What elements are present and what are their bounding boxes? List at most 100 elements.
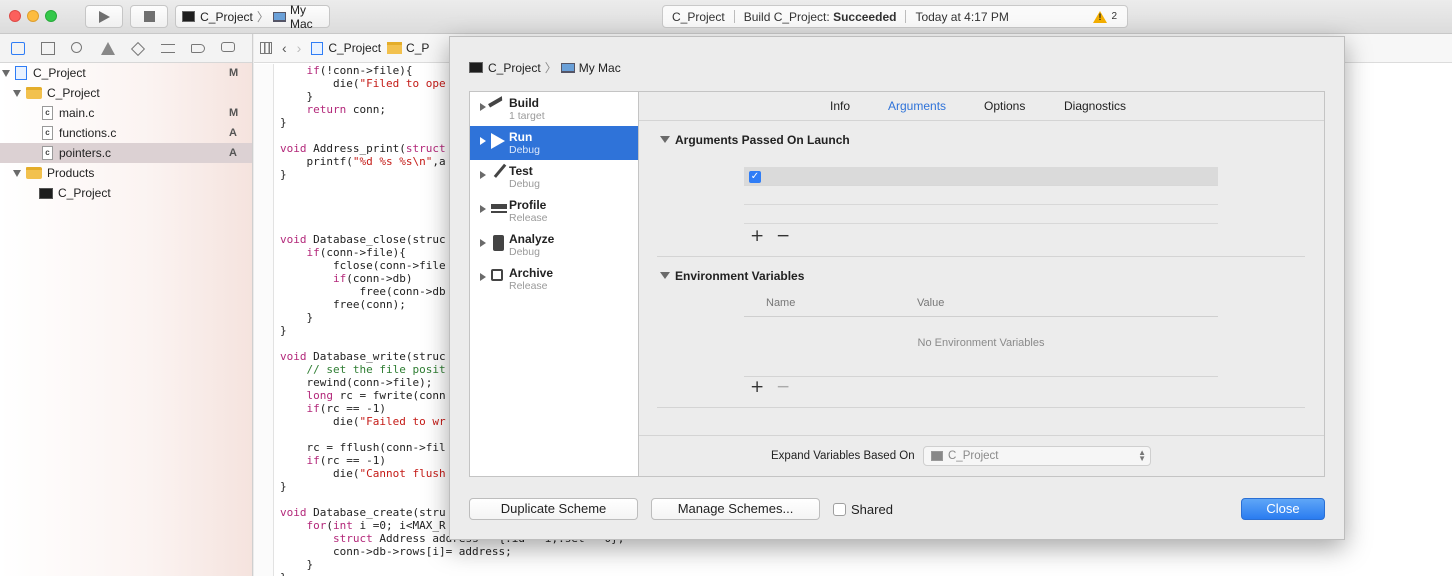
breakpoint-navigator-icon[interactable] <box>191 44 205 53</box>
window-toolbar: C_Project 〉 My Mac C_Project Build C_Pro… <box>0 0 1452 34</box>
stop-button[interactable] <box>130 5 168 28</box>
add-env-button[interactable]: + <box>750 377 764 397</box>
activity-project: C_Project <box>672 9 725 24</box>
action-subtitle: Debug <box>509 144 540 156</box>
issue-navigator-icon[interactable] <box>101 42 115 55</box>
executable-icon <box>39 187 53 199</box>
c-file-icon: c <box>42 146 53 160</box>
disclosure-right-icon[interactable] <box>480 137 486 145</box>
disclosure-right-icon[interactable] <box>480 205 486 213</box>
manage-schemes-button[interactable]: Manage Schemes... <box>651 498 820 520</box>
action-run[interactable]: Run Debug <box>470 126 638 160</box>
disclosure-right-icon[interactable] <box>480 103 486 111</box>
test-navigator-icon[interactable] <box>130 41 146 57</box>
disclosure-right-icon[interactable] <box>480 239 486 247</box>
play-icon <box>99 11 110 23</box>
disclosure-open-icon[interactable] <box>660 272 670 279</box>
expand-variables-popup[interactable]: C_Project ▲ ▼ <box>923 446 1151 466</box>
add-argument-button[interactable]: + <box>750 226 764 246</box>
tree-item-group[interactable]: Products <box>0 163 252 183</box>
scheme-target-icon <box>931 451 943 461</box>
action-name: Run <box>509 130 533 144</box>
scheme-editor-sheet: C_Project 〉 My Mac Build 1 target Run De… <box>449 36 1345 540</box>
remove-argument-button[interactable]: − <box>776 226 790 246</box>
scheme-name: C_Project <box>200 9 253 24</box>
tree-item-product[interactable]: C_Project <box>0 183 252 203</box>
scm-status: M <box>229 67 239 79</box>
mac-icon <box>272 11 286 22</box>
forward-arrow-icon[interactable]: › <box>297 40 302 56</box>
jump-bar-project[interactable]: C_Project <box>328 41 381 55</box>
back-arrow-icon[interactable]: ‹ <box>282 40 287 56</box>
tree-item-file[interactable]: c functions.c A <box>0 123 252 143</box>
action-analyze[interactable]: Analyze Debug <box>470 228 638 262</box>
source-control-icon[interactable] <box>41 42 55 55</box>
code-line[interactable]: conn->db->rows[i]= address; <box>280 545 624 558</box>
disclosure-open-icon[interactable] <box>13 89 21 97</box>
action-name: Archive <box>509 266 554 280</box>
disclosure-open-icon[interactable] <box>2 69 10 77</box>
code-line[interactable]: } <box>280 558 624 571</box>
action-test[interactable]: Test Debug <box>470 160 638 194</box>
tree-item-label: C_Project <box>58 186 111 200</box>
scm-status: A <box>229 127 237 139</box>
chevron-right-icon: 〉 <box>544 61 557 75</box>
warning-count: 2 <box>1111 11 1117 22</box>
mac-icon <box>560 62 575 73</box>
related-items-icon[interactable] <box>260 42 272 54</box>
tree-item-project[interactable]: C_Project M <box>0 63 252 83</box>
tree-item-group[interactable]: C_Project <box>0 83 252 103</box>
tree-item-label: C_Project <box>47 86 100 100</box>
remove-env-button: − <box>776 377 791 397</box>
window-minimize-button[interactable] <box>27 10 39 22</box>
action-subtitle: Debug <box>509 178 540 190</box>
warning-triangle-icon: ! <box>1093 10 1108 23</box>
jump-bar-folder[interactable]: C_P <box>406 41 429 55</box>
tree-item-file-selected[interactable]: c pointers.c A <box>0 143 252 163</box>
window-close-button[interactable] <box>9 10 21 22</box>
disclosure-open-icon[interactable] <box>660 136 670 143</box>
action-build[interactable]: Build 1 target <box>470 92 638 126</box>
debug-navigator-icon[interactable] <box>161 44 175 53</box>
build-prefix: Build C_Project: <box>743 9 830 24</box>
shared-label: Shared <box>851 502 893 517</box>
report-navigator-icon[interactable] <box>221 42 235 52</box>
argument-row <box>744 205 1218 224</box>
project-navigator: C_Project M C_Project c main.c M c funct… <box>0 34 253 576</box>
action-settings-panel: Info Arguments Options Diagnostics Argum… <box>639 91 1325 477</box>
tab-options[interactable]: Options <box>984 99 1025 113</box>
tree-item-label: pointers.c <box>59 146 112 160</box>
tree-item-file[interactable]: c main.c M <box>0 103 252 123</box>
action-archive[interactable]: Archive Release <box>470 262 638 296</box>
tab-info[interactable]: Info <box>830 99 850 113</box>
run-button[interactable] <box>85 5 123 28</box>
scheme-breadcrumb[interactable]: C_Project 〉 My Mac <box>469 59 621 76</box>
disclosure-open-icon[interactable] <box>13 169 21 177</box>
env-column-value[interactable]: Value <box>917 297 944 309</box>
scheme-destination-picker[interactable]: C_Project 〉 My Mac <box>175 3 330 31</box>
scheme-target-icon <box>469 62 483 73</box>
disclosure-right-icon[interactable] <box>480 273 486 281</box>
action-profile[interactable]: Profile Release <box>470 194 638 228</box>
c-file-icon: c <box>42 126 53 140</box>
argument-row[interactable]: ✓ <box>744 167 1218 186</box>
build-result: Succeeded <box>833 9 897 24</box>
action-name: Build <box>509 96 539 110</box>
warning-indicator[interactable]: ! 2 <box>1093 10 1117 23</box>
arguments-table: ✓ <box>744 167 1218 225</box>
shared-checkbox[interactable] <box>833 503 846 516</box>
shared-toggle[interactable]: Shared <box>833 502 893 517</box>
close-button[interactable]: Close <box>1241 498 1325 520</box>
duplicate-scheme-button[interactable]: Duplicate Scheme <box>469 498 638 520</box>
project-navigator-icon[interactable] <box>11 42 25 55</box>
find-navigator-icon[interactable] <box>71 42 82 53</box>
footer-divider <box>639 435 1324 436</box>
folder-icon <box>26 87 42 99</box>
disclosure-right-icon[interactable] <box>480 171 486 179</box>
env-column-name[interactable]: Name <box>766 297 795 309</box>
window-zoom-button[interactable] <box>45 10 57 22</box>
argument-enabled-checkbox[interactable]: ✓ <box>749 171 761 183</box>
code-line[interactable]: } <box>280 571 624 576</box>
tab-diagnostics[interactable]: Diagnostics <box>1064 99 1126 113</box>
tab-arguments[interactable]: Arguments <box>888 99 946 113</box>
